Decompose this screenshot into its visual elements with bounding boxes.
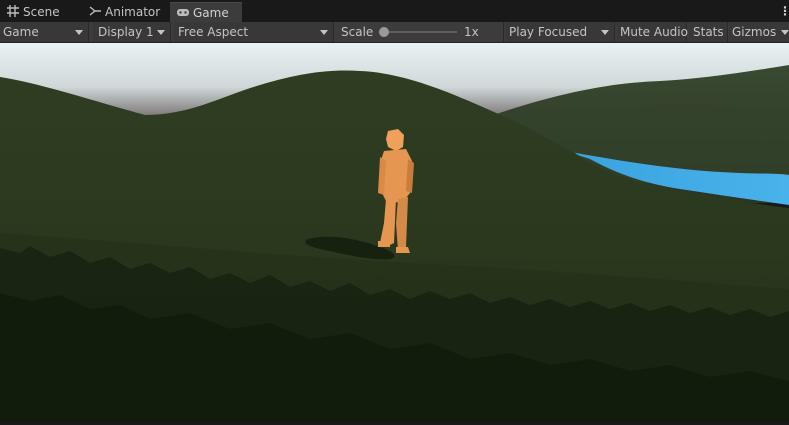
tab-animator-label: Animator: [105, 5, 161, 19]
scale-label: Scale: [341, 25, 374, 39]
tab-scene-label: Scene: [23, 5, 60, 19]
display-dropdown[interactable]: Display 1: [93, 22, 171, 42]
scale-slider-track[interactable]: [383, 31, 457, 33]
tab-animator[interactable]: Animator: [82, 2, 170, 22]
display-value: Display 1: [98, 25, 154, 39]
chevron-down-icon: [157, 30, 165, 35]
chevron-down-icon: [781, 30, 789, 35]
play-mode-value: Play Focused: [509, 25, 588, 39]
gamepad-icon: [177, 9, 189, 16]
character-foot-left: [378, 241, 390, 247]
play-mode-dropdown[interactable]: Play Focused: [506, 22, 615, 42]
scale-value: 1x: [464, 25, 479, 39]
editor-tab-strip: Scene Animator Game ⋮: [0, 0, 789, 23]
tab-scene[interactable]: Scene: [0, 2, 82, 22]
mute-audio-label: Mute Audio: [620, 25, 688, 39]
chevron-down-icon: [320, 30, 328, 35]
tab-game[interactable]: Game: [170, 2, 242, 22]
gizmos-dropdown[interactable]: Gizmos: [729, 22, 789, 42]
view-mode-value: Game: [3, 25, 39, 39]
game-view-toolbar: Game Display 1 Free Aspect Scale 1x Play…: [0, 22, 789, 43]
stats-label: Stats: [693, 25, 724, 39]
scale-control: Scale 1x: [337, 22, 504, 42]
more-options-icon[interactable]: ⋮: [779, 2, 789, 20]
scale-slider-handle[interactable]: [379, 27, 389, 37]
tab-game-label: Game: [193, 6, 229, 20]
view-mode-dropdown[interactable]: Game: [0, 22, 89, 42]
stats-toggle[interactable]: Stats: [689, 22, 728, 42]
grid-icon: [7, 5, 19, 17]
game-render: [0, 43, 789, 422]
chevron-down-icon: [75, 30, 83, 35]
animator-icon: [89, 6, 101, 16]
aspect-dropdown[interactable]: Free Aspect: [174, 22, 334, 42]
gizmos-label: Gizmos: [732, 25, 777, 39]
mute-audio-toggle[interactable]: Mute Audio: [617, 22, 688, 42]
chevron-down-icon: [601, 30, 609, 35]
character-foot-right: [396, 247, 410, 253]
aspect-value: Free Aspect: [178, 25, 249, 39]
game-viewport[interactable]: [0, 43, 789, 422]
